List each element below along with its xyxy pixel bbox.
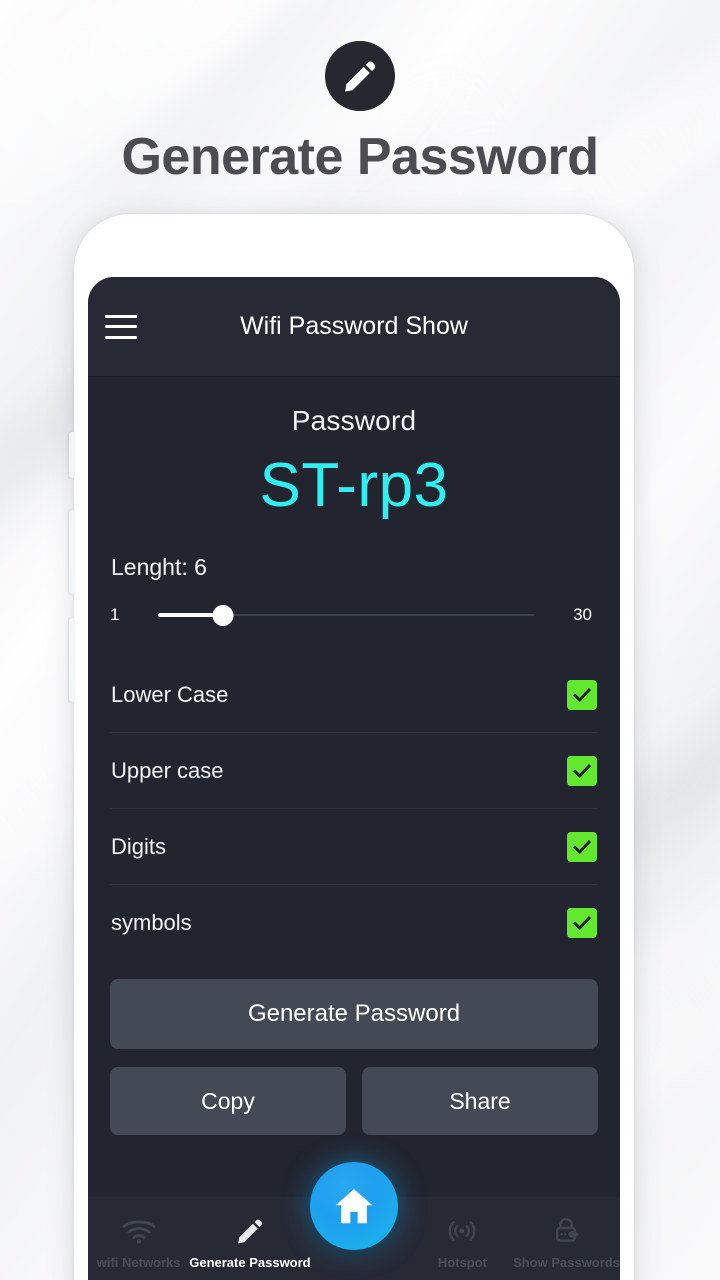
- phone-side-button: [69, 432, 75, 478]
- home-fab-button[interactable]: [310, 1162, 398, 1250]
- option-row-symbols[interactable]: symbols: [110, 885, 598, 961]
- promo-header: Generate Password: [0, 0, 720, 185]
- phone-side-button: [69, 510, 75, 594]
- option-row-uppercase[interactable]: Upper case: [110, 733, 598, 810]
- slider-min-label: 1: [110, 605, 120, 625]
- app-bar: Wifi Password Show: [88, 277, 620, 377]
- phone-mockup: Wifi Password Show Password ST-rp3 Lengh…: [69, 214, 634, 1280]
- nav-item-wifi-networks[interactable]: wifi Networks: [88, 1197, 189, 1270]
- action-button-row: Copy Share: [110, 1067, 598, 1136]
- option-row-digits[interactable]: Digits: [110, 809, 598, 886]
- slider-thumb[interactable]: [212, 604, 234, 626]
- hotspot-icon: [446, 1214, 478, 1248]
- lock-eye-icon: [552, 1214, 582, 1248]
- option-label: Lower Case: [111, 681, 229, 707]
- nav-label: Generate Password: [189, 1255, 311, 1270]
- length-label: Lenght: 6: [111, 554, 207, 581]
- app-bar-title: Wifi Password Show: [240, 312, 468, 340]
- slider-max-label: 30: [573, 605, 592, 625]
- pencil-icon: [235, 1214, 265, 1248]
- option-label: Upper case: [111, 757, 224, 783]
- length-slider[interactable]: [158, 600, 534, 630]
- options-list: Lower Case Upper case Digits symbols: [110, 657, 598, 961]
- phone-side-button: [69, 618, 75, 702]
- nav-item-show-passwords[interactable]: Show Passwords: [513, 1197, 620, 1270]
- phone-screen: Wifi Password Show Password ST-rp3 Lengh…: [88, 277, 620, 1280]
- option-label: symbols: [111, 910, 192, 936]
- checkbox-symbols[interactable]: [567, 908, 597, 939]
- nav-item-hotspot[interactable]: Hotspot: [412, 1197, 513, 1270]
- pencil-icon: [325, 41, 395, 111]
- copy-button[interactable]: Copy: [110, 1067, 346, 1136]
- nav-label: wifi Networks: [96, 1255, 181, 1270]
- hamburger-menu-icon[interactable]: [105, 314, 137, 339]
- option-label: Digits: [111, 833, 167, 859]
- share-button[interactable]: Share: [362, 1067, 598, 1136]
- length-slider-row: 1 30: [110, 600, 598, 630]
- checkbox-digits[interactable]: [567, 831, 597, 862]
- password-value: ST-rp3: [259, 451, 449, 520]
- wifi-icon: [122, 1214, 156, 1248]
- nav-label: Hotspot: [437, 1255, 488, 1270]
- option-row-lowercase[interactable]: Lower Case: [110, 657, 598, 734]
- page-title: Generate Password: [121, 128, 599, 186]
- password-label: Password: [291, 405, 417, 436]
- app-content: Password ST-rp3 Lenght: 6 1 30 Lower Cas…: [88, 377, 620, 1197]
- checkbox-uppercase[interactable]: [567, 755, 597, 786]
- bottom-navigation: wifi Networks Generate Password Hotspot …: [88, 1162, 620, 1280]
- nav-label: Show Passwords: [513, 1255, 620, 1270]
- nav-item-generate-password[interactable]: Generate Password: [189, 1197, 311, 1270]
- home-icon: [332, 1184, 376, 1228]
- checkbox-lowercase[interactable]: [567, 679, 597, 710]
- generate-password-button[interactable]: Generate Password: [110, 979, 598, 1050]
